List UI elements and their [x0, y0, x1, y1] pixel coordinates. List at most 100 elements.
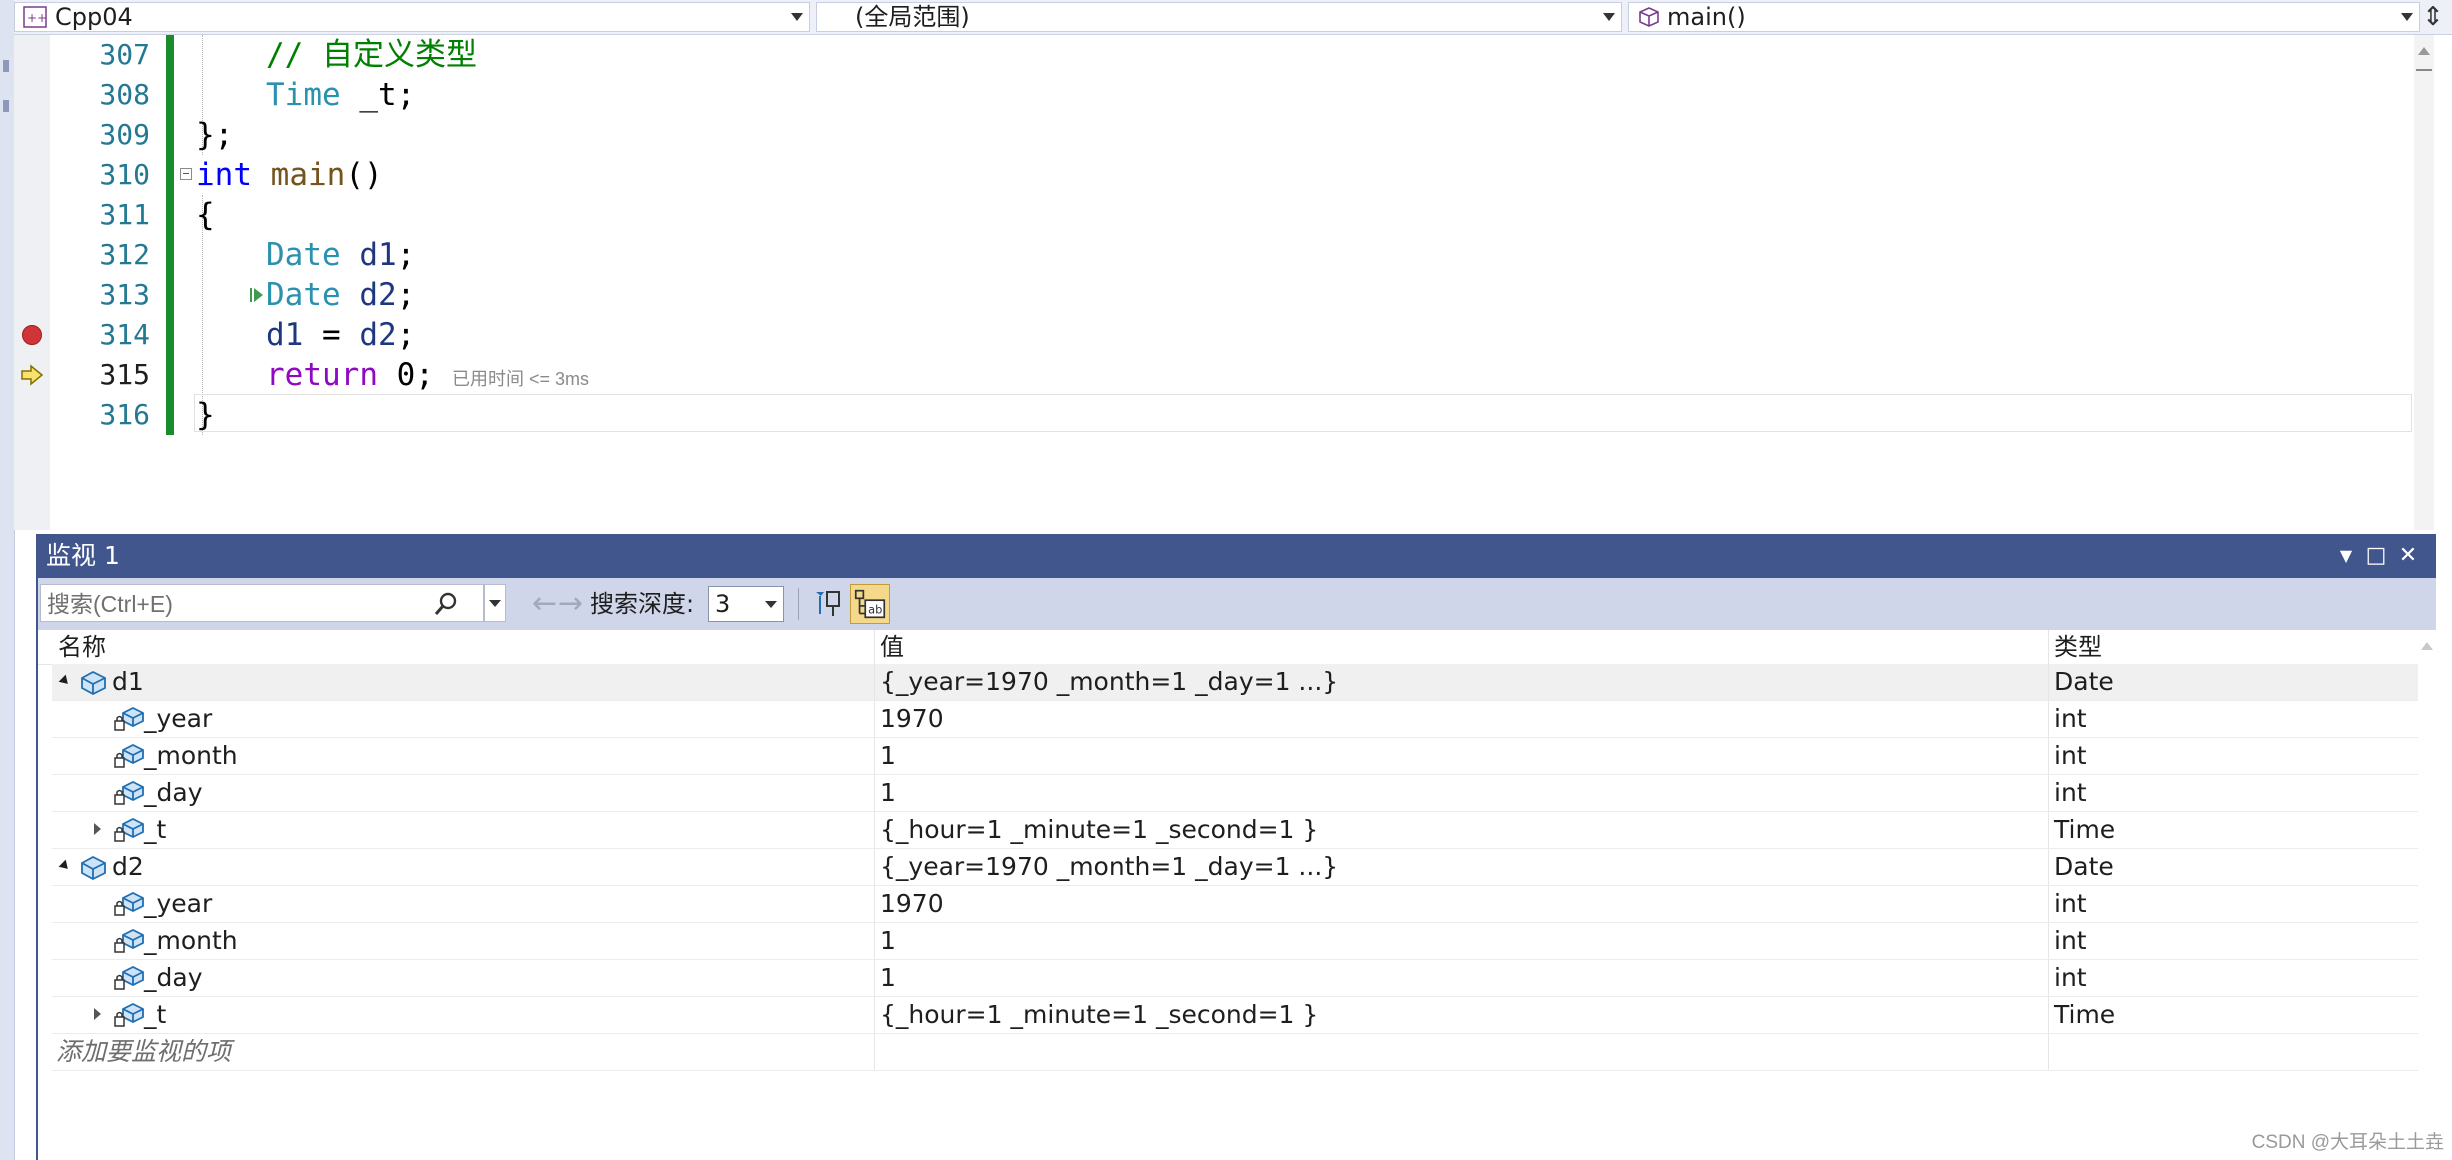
expand-arrow-icon[interactable]	[92, 997, 106, 1033]
scroll-up-icon[interactable]	[2418, 47, 2430, 55]
code-rest: ;	[396, 237, 416, 273]
column-divider[interactable]	[874, 630, 875, 664]
chevron-down-icon	[1603, 13, 1615, 21]
watch-row[interactable]: _year 1970 int	[52, 701, 2418, 738]
add-watch-placeholder[interactable]: 添加要监视的项	[56, 1034, 231, 1070]
toolbar-separator	[798, 588, 799, 620]
variable-value: 1	[880, 741, 896, 770]
watch-title-bar[interactable]: 监视 1 ▼ □ ✕	[38, 534, 2436, 578]
forward-arrow-icon[interactable]: →	[558, 586, 583, 622]
elapsed-time-hint[interactable]: 已用时间 <= 3ms	[452, 369, 589, 389]
scope-dropdown[interactable]: (全局范围)	[816, 2, 1622, 32]
value-cell[interactable]: 1	[874, 923, 2048, 959]
code-comment: // 自定义类型	[266, 37, 477, 73]
breakpoint-icon[interactable]	[22, 325, 42, 345]
scroll-up-icon[interactable]	[2421, 642, 2433, 650]
column-header-type[interactable]: 类型	[2054, 630, 2102, 664]
code-text: int main()	[196, 155, 383, 195]
scroll-position-marker	[2416, 69, 2432, 71]
variable-name: _year	[144, 889, 213, 918]
variable-value: {_year=1970 _month=1 _day=1 ...}	[880, 667, 1339, 696]
pin-filter-icon[interactable]	[808, 584, 848, 624]
variable-name: _month	[144, 926, 238, 955]
code-line: 316 }	[14, 395, 2394, 435]
collapse-arrow-icon[interactable]	[58, 849, 74, 885]
value-cell[interactable]: {_hour=1 _minute=1 _second=1 }	[874, 997, 2048, 1033]
object-icon	[81, 855, 106, 881]
search-box[interactable]	[40, 584, 484, 622]
code-function: main	[270, 157, 346, 193]
variable-value: 1970	[880, 889, 944, 918]
raw-view-icon[interactable]: ab	[850, 584, 890, 624]
value-cell[interactable]: 1	[874, 775, 2048, 811]
member-name: main()	[1667, 3, 1746, 31]
name-cell: d1	[52, 664, 874, 700]
collapse-icon[interactable]	[180, 168, 192, 180]
code-text: d1 = d2;	[266, 315, 415, 355]
code-type: Time	[266, 77, 341, 113]
code-rest: _t;	[340, 77, 416, 113]
member-dropdown[interactable]: main()	[1628, 2, 2420, 32]
back-arrow-icon[interactable]: ←	[532, 586, 557, 622]
code-text: // 自定义类型	[266, 35, 477, 75]
add-watch-row[interactable]: 添加要监视的项	[52, 1034, 2418, 1071]
column-header-value[interactable]: 值	[880, 630, 904, 664]
value-cell[interactable]: 1	[874, 738, 2048, 774]
strip-marker	[3, 100, 9, 112]
code-variable: d2	[359, 277, 397, 313]
code-line: 311 {	[14, 195, 2394, 235]
watch-row[interactable]: _month 1 int	[52, 923, 2418, 960]
watch-row[interactable]: d1 {_year=1970 _month=1 _day=1 ...} Date	[52, 664, 2418, 701]
change-indicator	[166, 395, 174, 435]
watch-row[interactable]: _day 1 int	[52, 775, 2418, 812]
private-field-icon	[114, 706, 144, 731]
editor-scrollbar[interactable]	[2414, 35, 2434, 530]
variable-value: {_year=1970 _month=1 _day=1 ...}	[880, 852, 1339, 881]
search-icon[interactable]	[433, 591, 459, 617]
watch-row[interactable]: _t {_hour=1 _minute=1 _second=1 } Time	[52, 812, 2418, 849]
name-cell[interactable]: 添加要监视的项	[52, 1034, 874, 1070]
left-tool-strip	[0, 0, 15, 1160]
value-cell[interactable]: {_year=1970 _month=1 _day=1 ...}	[874, 664, 2048, 700]
search-depth-select[interactable]: 3	[708, 586, 784, 622]
watch-row[interactable]: _t {_hour=1 _minute=1 _second=1 } Time	[52, 997, 2418, 1034]
variable-type: Date	[2054, 852, 2114, 881]
watch-row[interactable]: _year 1970 int	[52, 886, 2418, 923]
code-variable: d1	[359, 237, 397, 273]
variable-name: _t	[144, 1000, 167, 1029]
code-editor[interactable]: 307 // 自定义类型 308 Time _t; 309 }; 310 int…	[14, 35, 2434, 530]
maximize-icon[interactable]: □	[2362, 534, 2390, 578]
split-window-icon[interactable]: ⇕	[2418, 2, 2448, 32]
collapse-arrow-icon[interactable]	[58, 664, 74, 700]
window-menu-icon[interactable]: ▼	[2332, 534, 2360, 578]
watch-scrollbar[interactable]	[2418, 630, 2436, 1160]
code-line: 308 Time _t;	[14, 75, 2394, 115]
type-cell: int	[2048, 923, 2418, 959]
line-number: 311	[99, 198, 150, 231]
column-header-name[interactable]: 名称	[58, 630, 106, 664]
run-to-click-icon[interactable]	[250, 287, 264, 303]
watch-row[interactable]: _day 1 int	[52, 960, 2418, 997]
value-cell[interactable]: 1970	[874, 886, 2048, 922]
expand-arrow-icon[interactable]	[92, 812, 106, 848]
watch-row[interactable]: _month 1 int	[52, 738, 2418, 775]
search-input[interactable]	[45, 587, 429, 621]
value-cell[interactable]: 1970	[874, 701, 2048, 737]
value-cell[interactable]: {_hour=1 _minute=1 _second=1 }	[874, 812, 2048, 848]
close-icon[interactable]: ✕	[2394, 534, 2422, 578]
code-variable: d2	[359, 317, 397, 353]
column-divider[interactable]	[2048, 630, 2049, 664]
line-number: 307	[99, 38, 150, 71]
project-dropdown[interactable]: ++ Cpp04	[14, 2, 810, 32]
name-cell: _year	[52, 701, 874, 737]
value-cell[interactable]: 1	[874, 960, 2048, 996]
code-keyword: int	[196, 157, 252, 193]
watch-row[interactable]: d2 {_year=1970 _month=1 _day=1 ...} Date	[52, 849, 2418, 886]
search-options-dropdown[interactable]	[484, 584, 506, 622]
watch-toolbar: ← → 搜索深度: 3 ab	[38, 578, 2436, 630]
value-cell[interactable]: {_year=1970 _month=1 _day=1 ...}	[874, 849, 2048, 885]
method-cube-icon	[1639, 7, 1659, 27]
private-field-icon	[114, 780, 144, 805]
scope-name: (全局范围)	[855, 3, 970, 31]
code-text: return 0; 已用时间 <= 3ms	[266, 355, 589, 399]
